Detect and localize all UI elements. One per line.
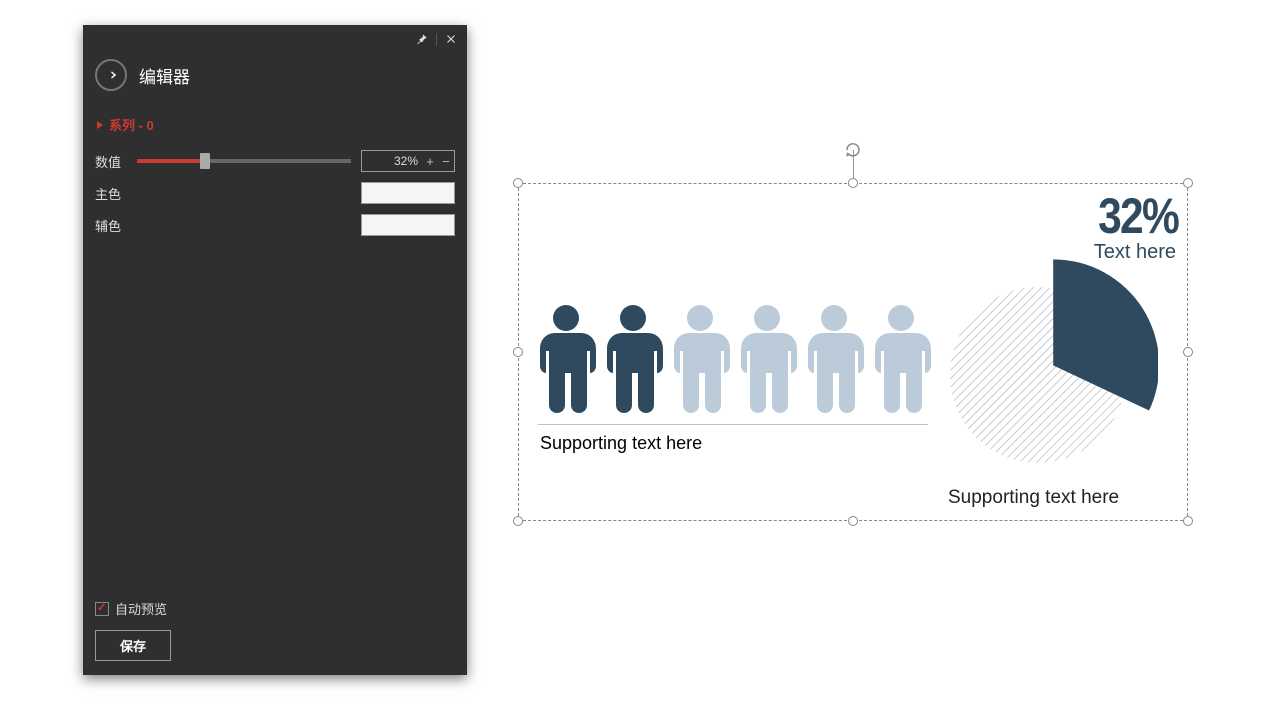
main-color-row: 主色 [95, 182, 455, 204]
value-slider[interactable] [137, 159, 351, 163]
panel-body: 系列 - 0 数值 32% + − 主色 辅色 [83, 101, 467, 254]
person-icon [869, 303, 933, 413]
resize-handle-bl[interactable] [513, 516, 523, 526]
accent-color-row: 辅色 [95, 214, 455, 236]
rotate-handle-icon[interactable] [844, 141, 862, 159]
person-icon [802, 303, 866, 413]
auto-preview-row[interactable]: 自动预览 [95, 599, 455, 618]
person-icon [735, 303, 799, 413]
titlebar-divider [436, 33, 437, 46]
panel-header: 编辑器 [83, 49, 467, 101]
panel-title: 编辑器 [139, 63, 190, 88]
panel-footer: 自动预览 保存 [95, 599, 455, 661]
value-label: 数值 [95, 152, 127, 171]
series-label: 系列 - 0 [109, 115, 154, 134]
resize-handle-mr[interactable] [1183, 347, 1193, 357]
spinner-plus-button[interactable]: + [422, 151, 438, 171]
value-spinner: 32% + − [361, 150, 455, 172]
pin-icon[interactable] [414, 31, 430, 47]
slider-fill [137, 159, 205, 163]
percentage-value: 32% [1098, 187, 1178, 245]
canvas-object[interactable]: 32% Text here Supporting text here Suppo… [518, 183, 1188, 521]
people-pictogram-row [534, 303, 933, 413]
resize-handle-mb[interactable] [848, 516, 858, 526]
person-icon [601, 303, 665, 413]
person-icon [534, 303, 598, 413]
person-icon [668, 303, 732, 413]
resize-handle-tl[interactable] [513, 178, 523, 188]
resize-handle-ml[interactable] [513, 347, 523, 357]
editor-panel: 编辑器 系列 - 0 数值 32% + − 主色 辅色 [83, 25, 467, 675]
back-button[interactable] [95, 59, 127, 91]
main-color-label: 主色 [95, 184, 127, 203]
save-button[interactable]: 保存 [95, 630, 171, 661]
panel-titlebar [83, 25, 467, 49]
supporting-text-right: Supporting text here [948, 487, 1119, 509]
value-spinner-value: 32% [362, 154, 422, 168]
resize-handle-mt[interactable] [848, 178, 858, 188]
accent-color-well[interactable] [361, 214, 455, 236]
resize-handle-tr[interactable] [1183, 178, 1193, 188]
slider-thumb[interactable] [200, 153, 210, 169]
main-color-well[interactable] [361, 182, 455, 204]
pie-chart [938, 255, 1158, 475]
value-field-row: 数值 32% + − [95, 150, 455, 172]
accent-color-label: 辅色 [95, 216, 127, 235]
resize-handle-br[interactable] [1183, 516, 1193, 526]
series-header[interactable]: 系列 - 0 [95, 109, 455, 140]
people-divider [538, 424, 928, 425]
auto-preview-label: 自动预览 [115, 599, 167, 618]
auto-preview-checkbox[interactable] [95, 602, 109, 616]
supporting-text-left: Supporting text here [540, 433, 702, 454]
spinner-minus-button[interactable]: − [438, 151, 454, 171]
close-icon[interactable] [443, 31, 459, 47]
